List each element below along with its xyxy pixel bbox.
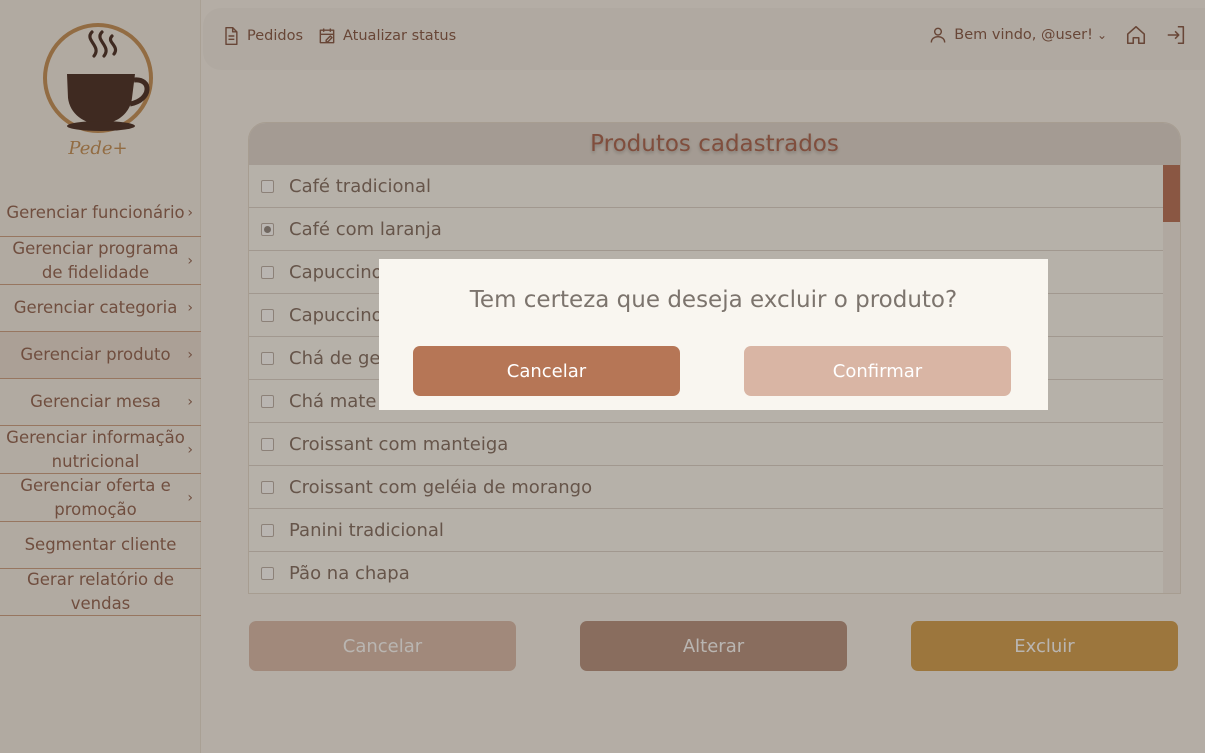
dialog-confirm-button[interactable]: Confirmar [744,346,1011,396]
dialog-message: Tem certeza que deseja excluir o produto… [469,287,958,313]
dialog-cancel-button[interactable]: Cancelar [413,346,680,396]
confirm-delete-dialog: Tem certeza que deseja excluir o produto… [379,259,1048,410]
